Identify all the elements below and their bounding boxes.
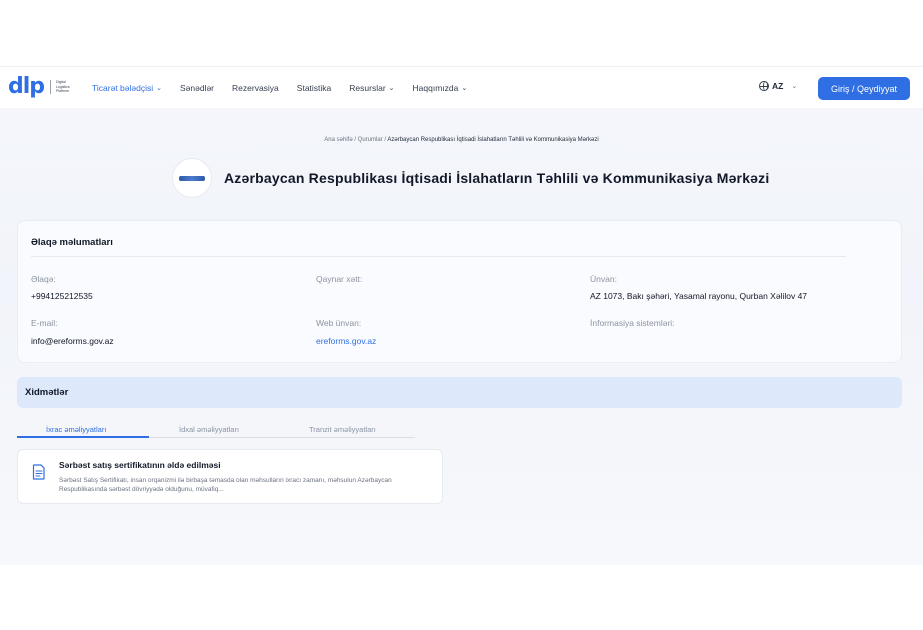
tab-import-operations[interactable]: İdxal əməliyyatları bbox=[179, 425, 239, 434]
main-nav: Ticarət bələdçisi ⌄ Sənədlər Rezervasiya … bbox=[92, 67, 485, 109]
nav-item-about[interactable]: Haqqımızda ⌄ bbox=[413, 83, 468, 93]
chevron-down-icon: ⌄ bbox=[461, 85, 468, 92]
breadcrumb-current: Azərbaycan Respublikası İqtisadi İslahat… bbox=[387, 137, 599, 143]
document-icon bbox=[32, 464, 45, 480]
nav-label: Haqqımızda bbox=[412, 83, 459, 93]
nav-label: Sənədlər bbox=[179, 83, 215, 93]
logo-divider bbox=[50, 80, 52, 94]
nav-item-documents[interactable]: Sənədlər bbox=[180, 83, 214, 93]
contact-card: Əlaqə məlumatları Əlaqə: +994125212535 Q… bbox=[17, 220, 902, 363]
contact-value: +994125212535 bbox=[31, 291, 93, 301]
page-title: Azərbaycan Respublikası İqtisadi İslahat… bbox=[224, 170, 770, 186]
nav-item-reservation[interactable]: Rezervasiya bbox=[232, 83, 279, 93]
hotline-label: Qaynar xətt: bbox=[316, 274, 363, 284]
top-navbar: dlp Digital Logistics Platform Ticarət b… bbox=[0, 66, 923, 108]
org-header: Azərbaycan Respublikası İqtisadi İslahat… bbox=[172, 158, 769, 198]
breadcrumb: Ana səhifə / Qurumlar / Azərbaycan Respu… bbox=[0, 137, 923, 143]
address-label: Ünvan: bbox=[590, 274, 617, 284]
website-link[interactable]: ereforms.gov.az bbox=[316, 336, 376, 346]
email-value: info@ereforms.gov.az bbox=[31, 336, 114, 346]
breadcrumb-section[interactable]: Qurumlar bbox=[358, 137, 383, 143]
contact-label: Əlaqə: bbox=[31, 274, 56, 284]
nav-label: Resurslar bbox=[349, 83, 386, 93]
nav-label: Statistika bbox=[296, 83, 332, 93]
services-header: Xidmətlər bbox=[17, 377, 902, 408]
chevron-down-icon: ⌄ bbox=[156, 85, 162, 92]
login-register-button[interactable]: Giriş / Qeydiyyat bbox=[818, 77, 910, 100]
divider bbox=[31, 256, 846, 257]
org-logo bbox=[172, 158, 212, 198]
tab-transit-operations[interactable]: Tranzit əməliyyatları bbox=[309, 425, 376, 434]
services-title: Xidmətlər bbox=[25, 387, 69, 398]
org-emblem-icon bbox=[179, 175, 205, 181]
nav-label: Ticarət bələdçisi bbox=[92, 83, 154, 93]
services-tabs: İxrac əməliyyatları İdxal əməliyyatları … bbox=[17, 423, 415, 438]
breadcrumb-home[interactable]: Ana səhifə bbox=[324, 137, 352, 143]
language-selector[interactable]: AZ ⌄ bbox=[759, 81, 797, 91]
globe-icon bbox=[759, 81, 769, 91]
language-code: AZ bbox=[772, 81, 784, 91]
service-title: Sərbəst satış sertifikatının əldə edilmə… bbox=[59, 460, 221, 470]
address-value: AZ 1073, Bakı şəhəri, Yasamal rayonu, Qu… bbox=[590, 291, 808, 301]
nav-item-resources[interactable]: Resurslar ⌄ bbox=[349, 83, 394, 93]
tab-export-operations[interactable]: İxrac əməliyyatları bbox=[46, 425, 106, 434]
website-label: Web ünvan: bbox=[316, 318, 362, 328]
dlp-logo[interactable]: dlp Digital Logistics Platform bbox=[8, 76, 80, 98]
email-label: E-mail: bbox=[31, 318, 58, 328]
service-description: Sərbəst Satış Sertifikatı, insan orqaniz… bbox=[59, 477, 392, 493]
logo-text: Digital Logistics Platform bbox=[56, 80, 70, 94]
logo-mark: dlp bbox=[8, 74, 45, 99]
chevron-down-icon: ⌄ bbox=[791, 83, 798, 90]
service-card[interactable]: Sərbəst satış sertifikatının əldə edilmə… bbox=[17, 449, 443, 504]
nav-item-statistics[interactable]: Statistika bbox=[297, 83, 332, 93]
contact-card-title: Əlaqə məlumatları bbox=[31, 237, 113, 248]
nav-item-trade-guide[interactable]: Ticarət bələdçisi ⌄ bbox=[92, 83, 162, 93]
info-systems-label: İnformasiya sistemləri: bbox=[590, 318, 675, 328]
page: dlp Digital Logistics Platform Ticarət b… bbox=[0, 0, 923, 630]
active-tab-indicator bbox=[17, 436, 149, 438]
nav-label: Rezervasiya bbox=[232, 83, 279, 93]
chevron-down-icon: ⌄ bbox=[388, 85, 395, 92]
